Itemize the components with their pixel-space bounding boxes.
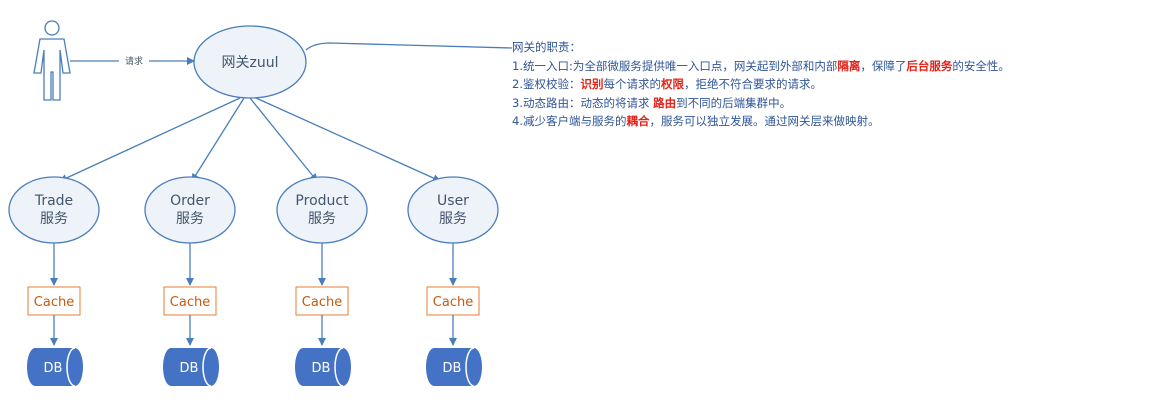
cache-label: Cache (302, 295, 342, 310)
service-name: Trade (34, 193, 73, 209)
arrow-to-trade (59, 97, 241, 182)
db-label: DB (44, 361, 63, 376)
service-user: User 服务 Cache DB (407, 176, 499, 387)
text: 的安全性。 (952, 58, 1010, 73)
text: 2.鉴权校验： (512, 77, 581, 92)
gateway-label: 网关zuul (222, 55, 279, 71)
highlight: 路由 (653, 95, 677, 110)
highlight: 耦合 (626, 114, 650, 129)
gateway-responsibilities-notes: 网关的职责： 1.统一入口:为全部微服务提供唯一入口点，网关起到外部和内部隔离，… (512, 38, 1010, 131)
highlight: 隔离 (837, 58, 861, 73)
highlight: 识别 (580, 77, 604, 92)
text: ，服务可以独立发展。通过网关层来做映射。 (649, 114, 880, 129)
notes-line-3: 3.动态路由：动态的将请求 路由到不同的后端集群中。 (512, 94, 1010, 113)
text: 到不同的后端集群中。 (676, 95, 792, 110)
service-product: Product 服务 Cache DB (276, 176, 368, 387)
service-sub: 服务 (40, 211, 68, 227)
notes-line-1: 1.统一入口:为全部微服务提供唯一入口点，网关起到外部和内部隔离，保障了后台服务… (512, 57, 1010, 76)
arrow-to-order (191, 97, 245, 182)
db-label: DB (312, 361, 331, 376)
db-label: DB (443, 361, 462, 376)
user-icon (33, 20, 71, 101)
service-order: Order 服务 Cache DB (144, 176, 236, 387)
db-label: DB (180, 361, 199, 376)
cache-label: Cache (34, 295, 74, 310)
cache-label: Cache (433, 295, 473, 310)
service-node (144, 176, 236, 244)
cache-label: Cache (170, 295, 210, 310)
text: 4.减少客户端与服务的 (512, 114, 627, 129)
text: ，保障了 (860, 58, 907, 73)
service-node (8, 176, 100, 244)
text: 每个请求的 (603, 77, 661, 92)
service-sub: 服务 (439, 211, 467, 227)
service-name: Order (170, 193, 210, 209)
service-sub: 服务 (308, 211, 336, 227)
text: 3.动态路由：动态的将请求 (512, 95, 654, 110)
request-label: 请求 (125, 55, 143, 67)
service-node (407, 176, 499, 244)
notes-line-4: 4.减少客户端与服务的耦合，服务可以独立发展。通过网关层来做映射。 (512, 112, 1010, 131)
highlight: 权限 (660, 77, 684, 92)
service-node (276, 176, 368, 244)
service-trade: Trade 服务 Cache DB (8, 176, 100, 387)
service-name: User (437, 193, 469, 209)
highlight: 后台服务 (906, 58, 953, 73)
notes-connector (305, 42, 513, 51)
notes-title: 网关的职责： (512, 40, 581, 54)
text: ，拒绝不符合要求的请求。 (683, 77, 822, 92)
notes-line-2: 2.鉴权校验：识别每个请求的权限，拒绝不符合要求的请求。 (512, 75, 1010, 94)
text: 1.统一入口:为全部微服务提供唯一入口点，网关起到外部和内部 (512, 58, 838, 73)
service-name: Product (295, 193, 349, 209)
service-sub: 服务 (176, 211, 204, 227)
